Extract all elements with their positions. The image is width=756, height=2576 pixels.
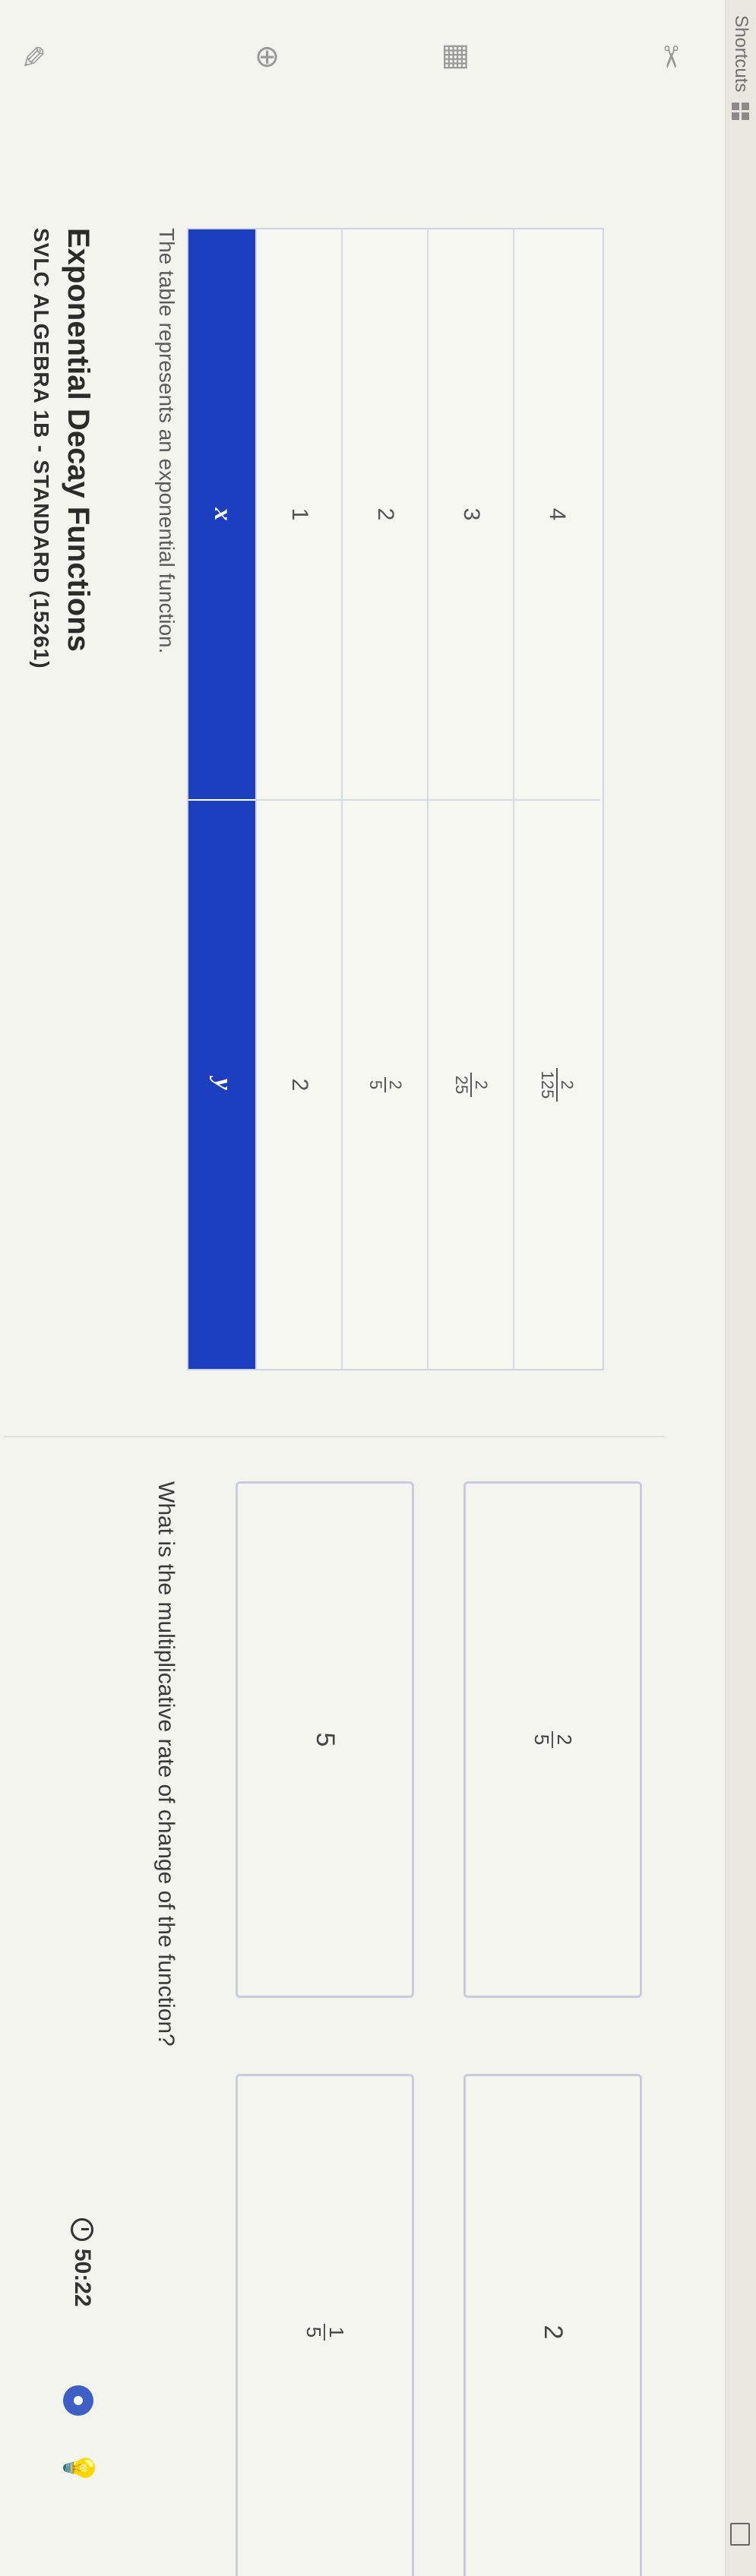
- timer-value: 50:22: [70, 2249, 95, 2307]
- fraction-numerator: 2: [385, 1079, 405, 1090]
- panel-divider: [4, 1436, 665, 1437]
- table-header-row: x y: [188, 229, 257, 1369]
- fraction-numerator: 2: [552, 1734, 576, 1746]
- table-row: 12: [255, 229, 343, 1369]
- tool-icon-2[interactable]: ⊕: [250, 0, 285, 114]
- cell-x: 3: [459, 507, 485, 521]
- fraction-denominator: 125: [539, 1067, 558, 1102]
- cell-fraction: 2 125: [539, 1067, 577, 1102]
- question-text: What is the multiplicative rate of chang…: [153, 1481, 179, 2047]
- choice-fraction: 2 5: [531, 1731, 576, 1749]
- fraction-numerator: 2: [557, 1079, 577, 1090]
- header-y: y: [188, 799, 257, 1369]
- header-x: x: [209, 507, 237, 521]
- cell-y: 2 125: [514, 799, 600, 1369]
- fraction-numerator: 1: [324, 2326, 348, 2338]
- cell-y: 25: [343, 799, 429, 1369]
- shortcuts-bookmark[interactable]: Shortcuts: [730, 15, 751, 121]
- lesson-title: Exponential Decay Functions: [62, 228, 95, 652]
- choice-value: 5: [311, 1732, 340, 1747]
- cell-fraction: 25: [367, 1076, 405, 1093]
- table-row: 3 2 25: [427, 229, 514, 1369]
- choice-value: 2: [539, 2325, 568, 2340]
- course-title: SVLC ALGEBRA 1B - STANDARD (15261): [30, 228, 53, 669]
- function-table: x y 1 2 2 2 5 3 2 25 4 2 125: [187, 228, 604, 1370]
- cell-fraction: 2 25: [453, 1072, 491, 1098]
- calculator-icon[interactable]: ▦: [440, 0, 475, 114]
- table-row: 225: [341, 229, 429, 1369]
- answer-choice-2[interactable]: 2: [463, 2074, 642, 2576]
- lightbulb-icon[interactable]: 💡: [62, 2450, 95, 2486]
- answer-choice-one-fifth[interactable]: 1 5: [236, 2074, 414, 2576]
- table-row: 4 2 125: [513, 229, 600, 1369]
- cell-y: 2: [257, 799, 343, 1369]
- fraction-denominator: 5: [531, 1731, 554, 1749]
- fraction-denominator: 5: [303, 2323, 326, 2341]
- timer: 50:22: [69, 2218, 95, 2307]
- cell-x: 1: [287, 507, 313, 521]
- browser-bookmarks-bar: Shortcuts: [725, 0, 756, 2576]
- cell-x: 4: [545, 507, 571, 521]
- fraction-numerator: 2: [471, 1079, 491, 1090]
- window-icon[interactable]: [730, 2523, 750, 2546]
- table-prompt: The table represents an exponential func…: [155, 228, 179, 654]
- strikethrough-icon[interactable]: ✂: [653, 0, 688, 114]
- left-tool-rail: ✎ ⊕ ▦ ✂: [0, 0, 726, 114]
- answer-choice-5[interactable]: 5: [236, 1481, 414, 1998]
- tool-icon-1[interactable]: ✎: [14, 0, 49, 114]
- fraction-denominator: 25: [453, 1072, 473, 1098]
- choice-fraction: 1 5: [303, 2323, 348, 2341]
- progress-dot-button[interactable]: [63, 2385, 93, 2416]
- clock-icon: [71, 2218, 93, 2241]
- shortcuts-label: Shortcuts: [731, 15, 751, 93]
- apps-grid-icon: [732, 103, 750, 121]
- cell-x: 2: [373, 507, 399, 521]
- answer-choice-two-fifths[interactable]: 2 5: [463, 1481, 642, 1998]
- fraction-denominator: 5: [367, 1076, 387, 1093]
- app-stage: Shortcuts ✎ ⊕ ▦ ✂ SVLC ALGEBRA 1B - STAN…: [0, 0, 756, 2576]
- cell-y: 2 25: [429, 799, 514, 1369]
